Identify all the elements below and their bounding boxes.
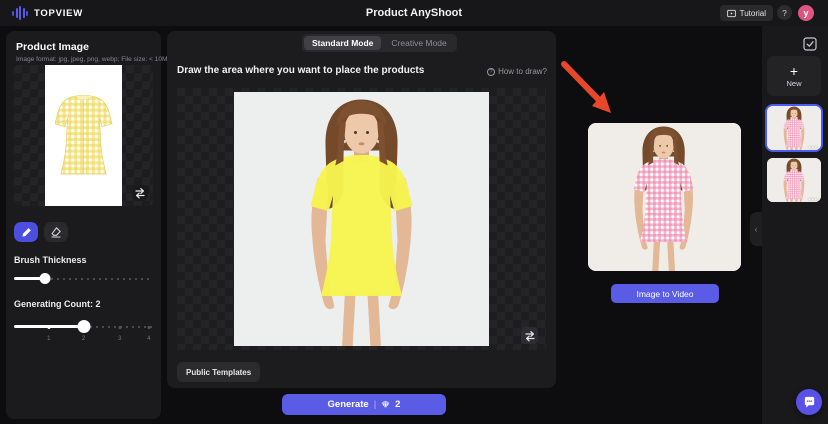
tab-standard-mode[interactable]: Standard Mode [304, 36, 381, 50]
draw-instruction: Draw the area where you want to place th… [177, 65, 424, 76]
generations-sidebar: + New ... ... [762, 26, 828, 424]
eraser-tool-button[interactable] [44, 222, 68, 242]
image-to-video-label: Image to Video [636, 289, 693, 299]
tick-label-4: 4 [147, 335, 151, 342]
result-pink-dress-image [588, 123, 741, 271]
generate-divider: | [374, 399, 376, 410]
image-format-note: Image format: jpg, jpeg, png, webp; File… [16, 56, 156, 63]
generating-count-label: Generating Count: 2 [14, 299, 101, 309]
count-slider-thumb[interactable] [77, 320, 90, 333]
plus-icon: + [790, 65, 798, 77]
brush-slider-track [45, 278, 153, 280]
generating-count-slider[interactable] [14, 319, 153, 333]
generation-thumbnail-2[interactable]: ... [767, 158, 821, 202]
public-templates-button[interactable]: Public Templates [177, 362, 260, 382]
chat-icon [803, 396, 816, 409]
drawing-workspace-panel: Draw the area where you want to place th… [167, 31, 556, 388]
info-icon: ? [487, 68, 495, 76]
swap-icon [523, 329, 537, 343]
credit-gem-icon [381, 400, 390, 409]
select-check-icon[interactable] [803, 37, 817, 51]
help-button[interactable]: ? [777, 5, 792, 20]
model-photo [234, 92, 489, 346]
brush-icon [21, 227, 32, 238]
help-question-mark: ? [782, 8, 787, 18]
generate-label: Generate [328, 399, 369, 410]
generation-thumbnail-1[interactable]: ... [765, 104, 823, 152]
count-tick-3 [118, 326, 121, 329]
chat-support-button[interactable] [796, 389, 822, 415]
new-label: New [786, 79, 801, 88]
public-templates-label: Public Templates [186, 368, 251, 377]
count-tick-1 [47, 326, 50, 329]
swap-icon [133, 186, 147, 200]
image-to-video-button[interactable]: Image to Video [611, 284, 719, 303]
product-image-title: Product Image [16, 41, 89, 53]
new-generation-button[interactable]: + New [767, 56, 821, 96]
brush-thickness-label: Brush Thickness [14, 255, 87, 265]
red-arrow-annotation [558, 58, 620, 122]
product-photo [45, 65, 122, 206]
page-title: Product AnyShoot [0, 7, 828, 19]
product-anyshoot-app: TOPVIEW Product AnyShoot Tutorial ? y Pr… [0, 0, 828, 424]
result-image[interactable] [588, 123, 741, 271]
product-image-panel: Product Image Image format: jpg, jpeg, p… [6, 31, 161, 419]
brush-slider-thumb[interactable] [39, 273, 50, 284]
generate-credits: 2 [395, 399, 400, 410]
tutorial-label: Tutorial [740, 9, 766, 18]
sidebar-collapse-handle[interactable]: ‹ [750, 212, 762, 246]
yellow-gingham-dress-image [45, 65, 122, 206]
avatar[interactable]: y [798, 5, 814, 21]
brush-thickness-slider[interactable] [14, 271, 153, 285]
tick-label-2: 2 [82, 335, 86, 342]
top-bar: TOPVIEW Product AnyShoot Tutorial ? y [0, 0, 828, 26]
tick-label-3: 3 [118, 335, 122, 342]
drawing-canvas[interactable] [177, 88, 546, 350]
tutorial-button[interactable]: Tutorial [720, 5, 773, 21]
chevron-left-icon: ‹ [755, 225, 758, 234]
thumbnail-2-more-button[interactable]: ... [808, 193, 818, 202]
tutorial-icon [727, 9, 736, 18]
count-tick-4 [147, 326, 150, 329]
how-to-draw-label: How to draw? [498, 67, 547, 76]
product-image-preview[interactable] [14, 65, 153, 206]
swap-product-button[interactable] [132, 185, 148, 201]
tick-label-1: 1 [47, 335, 51, 342]
mode-tabs: Standard Mode Creative Mode [302, 34, 457, 52]
generate-button[interactable]: Generate | 2 [282, 394, 446, 415]
tab-creative-mode[interactable]: Creative Mode [383, 36, 454, 50]
how-to-draw-link[interactable]: ? How to draw? [487, 67, 547, 76]
brush-tool-button[interactable] [14, 222, 38, 242]
count-tick-labels: 1 2 3 4 [14, 335, 153, 344]
swap-canvas-button[interactable] [521, 327, 538, 344]
thumbnail-1-more-button[interactable]: ... [808, 141, 818, 150]
eraser-icon [50, 226, 62, 238]
model-with-yellow-mask-image [234, 92, 489, 346]
avatar-initial: y [803, 8, 808, 18]
